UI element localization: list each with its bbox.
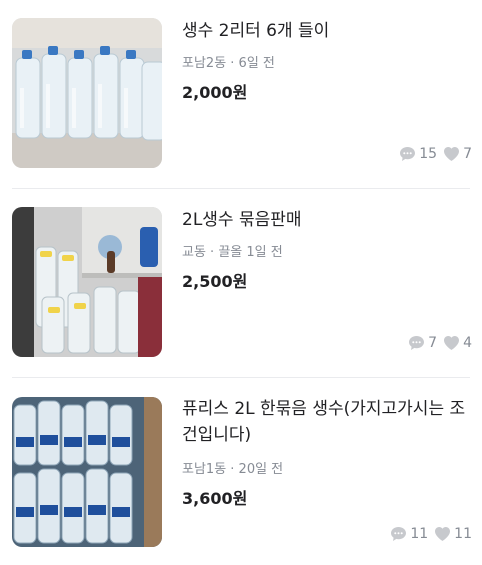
water-bottles-photo: [12, 397, 162, 547]
chat-count: 7: [408, 335, 437, 351]
chat-count: 11: [390, 526, 428, 542]
chat-bubble-icon: [400, 147, 416, 161]
product-title[interactable]: 퓨리스 2L 한묶음 생수(가지고가시는 조건입니다): [182, 396, 470, 448]
product-stats: 7 4: [408, 335, 472, 351]
product-price: 2,500원: [182, 272, 248, 291]
heart-icon: [444, 336, 460, 350]
like-count-value: 11: [454, 526, 472, 542]
chat-bubble-icon: [391, 527, 407, 541]
like-count-value: 4: [463, 335, 472, 351]
product-price: 2,000원: [182, 83, 248, 102]
chat-count-value: 15: [419, 146, 438, 162]
chat-count: 15: [399, 146, 437, 162]
product-thumbnail[interactable]: [12, 18, 162, 168]
like-count: 7: [443, 146, 472, 162]
chat-bubble-icon: [409, 336, 425, 350]
heart-icon: [444, 147, 460, 161]
water-bottles-photo: [12, 207, 162, 357]
list-item[interactable]: 생수 2리터 6개 들이 포남2동 · 6일 전 2,000원 15 7: [0, 0, 482, 188]
product-price: 3,600원: [182, 489, 248, 508]
product-title[interactable]: 생수 2리터 6개 들이: [182, 18, 470, 44]
like-count: 4: [443, 335, 472, 351]
water-bottles-photo: [12, 18, 162, 168]
product-location-time: 교동 · 끌올 1일 전: [182, 245, 283, 260]
like-count-value: 7: [463, 146, 472, 162]
product-thumbnail[interactable]: [12, 207, 162, 357]
list-item[interactable]: 퓨리스 2L 한묶음 생수(가지고가시는 조건입니다) 포남1동 · 20일 전…: [0, 378, 482, 565]
list-item[interactable]: 2L생수 묶음판매 교동 · 끌올 1일 전 2,500원 7 4: [0, 189, 482, 377]
chat-count-value: 11: [410, 526, 429, 542]
chat-count-value: 7: [428, 335, 438, 351]
product-list: 생수 2리터 6개 들이 포남2동 · 6일 전 2,000원 15 7 2L생…: [0, 0, 482, 565]
product-location-time: 포남2동 · 6일 전: [182, 56, 275, 71]
like-count: 11: [434, 526, 472, 542]
heart-icon: [435, 527, 451, 541]
product-stats: 11 11: [390, 526, 472, 542]
product-title[interactable]: 2L생수 묶음판매: [182, 207, 470, 233]
product-stats: 15 7: [399, 146, 472, 162]
product-location-time: 포남1동 · 20일 전: [182, 462, 284, 477]
product-thumbnail[interactable]: [12, 397, 162, 547]
